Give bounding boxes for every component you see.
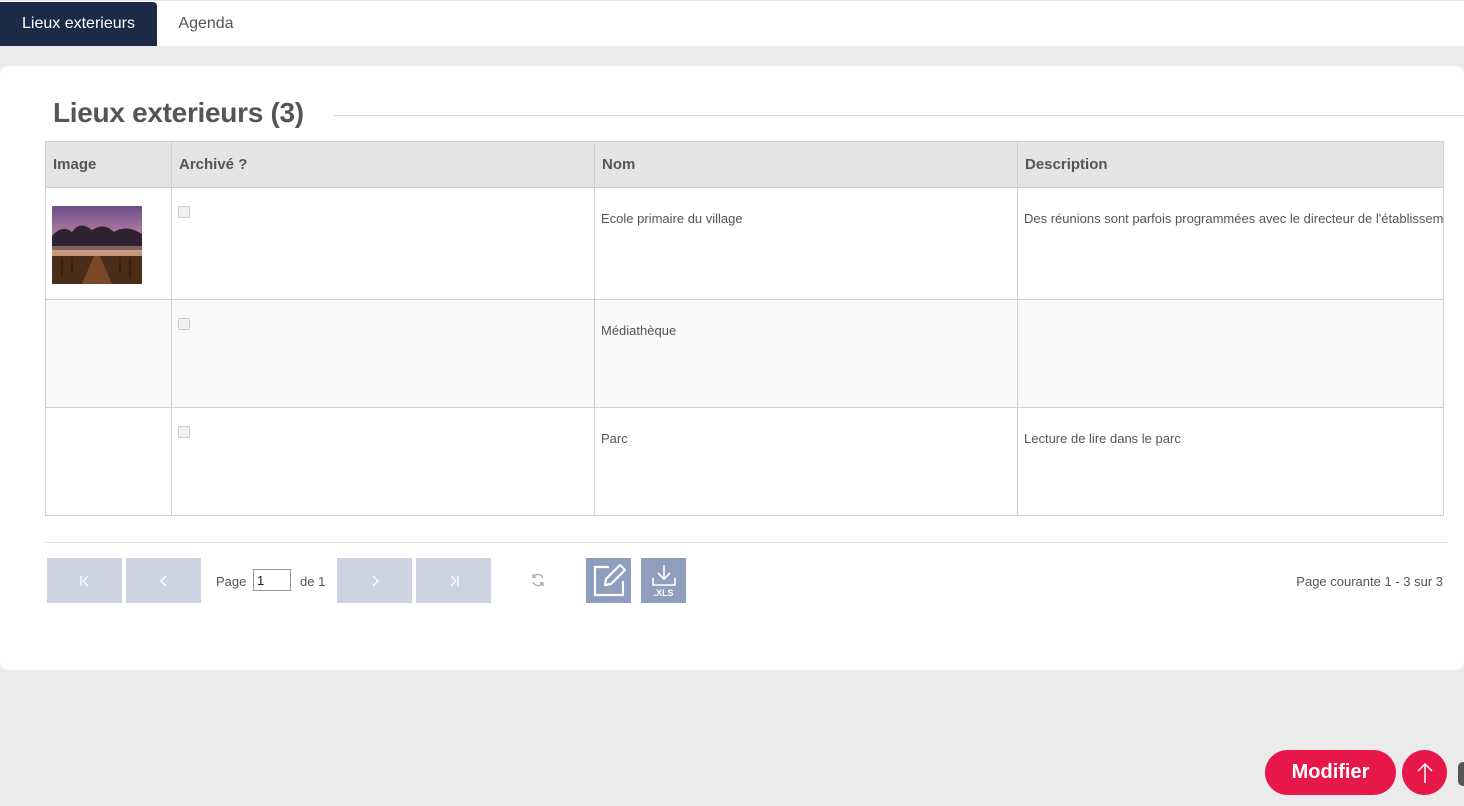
last-page-icon xyxy=(450,575,459,586)
archive-cell xyxy=(171,407,595,516)
table-row[interactable]: Parc Lecture de lire dans le parc xyxy=(45,407,1444,516)
page-label: Page xyxy=(216,574,247,589)
archive-cell xyxy=(171,299,595,408)
table-header-row: Image Archivé ? Nom Description xyxy=(45,141,1444,188)
column-header-nom[interactable]: Nom xyxy=(594,141,1018,188)
edit-button[interactable] xyxy=(586,558,631,603)
page-number-input[interactable] xyxy=(253,569,291,591)
archive-checkbox[interactable] xyxy=(178,318,190,330)
previous-page-icon xyxy=(159,575,166,586)
modifier-button[interactable]: Modifier xyxy=(1265,750,1396,795)
nom-cell: Parc xyxy=(594,407,1018,516)
archive-checkbox[interactable] xyxy=(178,426,190,438)
refresh-icon xyxy=(532,573,544,587)
title-divider xyxy=(334,115,1464,116)
pager-divider xyxy=(45,542,1448,543)
table-row[interactable]: Médiathèque xyxy=(45,299,1444,408)
tab-agenda[interactable]: Agenda xyxy=(157,2,255,46)
page-summary: Page courante 1 - 3 sur 3 xyxy=(1296,574,1443,589)
nom-cell: Ecole primaire du village xyxy=(594,187,1018,300)
nom-cell: Médiathèque xyxy=(594,299,1018,408)
table-row[interactable]: Ecole primaire du village Des réunions s… xyxy=(45,187,1444,300)
export-xls-button[interactable]: .XLS xyxy=(641,558,686,603)
previous-page-button[interactable] xyxy=(126,558,201,603)
next-page-icon xyxy=(372,575,379,586)
page-count-label: de 1 xyxy=(300,574,326,589)
next-page-button[interactable] xyxy=(337,558,412,603)
place-thumbnail[interactable] xyxy=(52,206,142,284)
archive-checkbox[interactable] xyxy=(178,206,190,218)
first-page-icon xyxy=(79,575,88,586)
side-panel-handle[interactable] xyxy=(1458,762,1464,786)
archive-cell xyxy=(171,187,595,300)
tab-lieux-exterieurs[interactable]: Lieux exterieurs xyxy=(0,2,157,46)
description-cell xyxy=(1017,299,1444,408)
image-cell xyxy=(45,407,172,516)
main-card: Lieux exterieurs (3) Image Archivé ? Nom… xyxy=(0,66,1464,670)
section-title: Lieux exterieurs (3) xyxy=(53,97,304,128)
scroll-top-button[interactable] xyxy=(1402,750,1447,795)
image-cell xyxy=(45,299,172,408)
edit-icon xyxy=(593,563,626,596)
xls-label: .XLS xyxy=(653,587,674,598)
arrow-up-icon xyxy=(1416,762,1433,783)
column-header-description[interactable]: Description xyxy=(1017,141,1444,188)
tab-bar: Lieux exterieurs Agenda xyxy=(0,0,1464,46)
places-table: Image Archivé ? Nom Description Ecole pr… xyxy=(45,141,1444,516)
image-cell xyxy=(45,187,172,300)
description-cell: Lecture de lire dans le parc xyxy=(1017,407,1444,516)
column-header-image[interactable]: Image xyxy=(45,141,172,188)
xls-download-icon xyxy=(651,564,676,586)
refresh-button[interactable] xyxy=(528,570,548,590)
last-page-button[interactable] xyxy=(416,558,491,603)
first-page-button[interactable] xyxy=(47,558,122,603)
column-header-archive[interactable]: Archivé ? xyxy=(171,141,595,188)
description-cell: Des réunions sont parfois programmées av… xyxy=(1017,187,1444,300)
